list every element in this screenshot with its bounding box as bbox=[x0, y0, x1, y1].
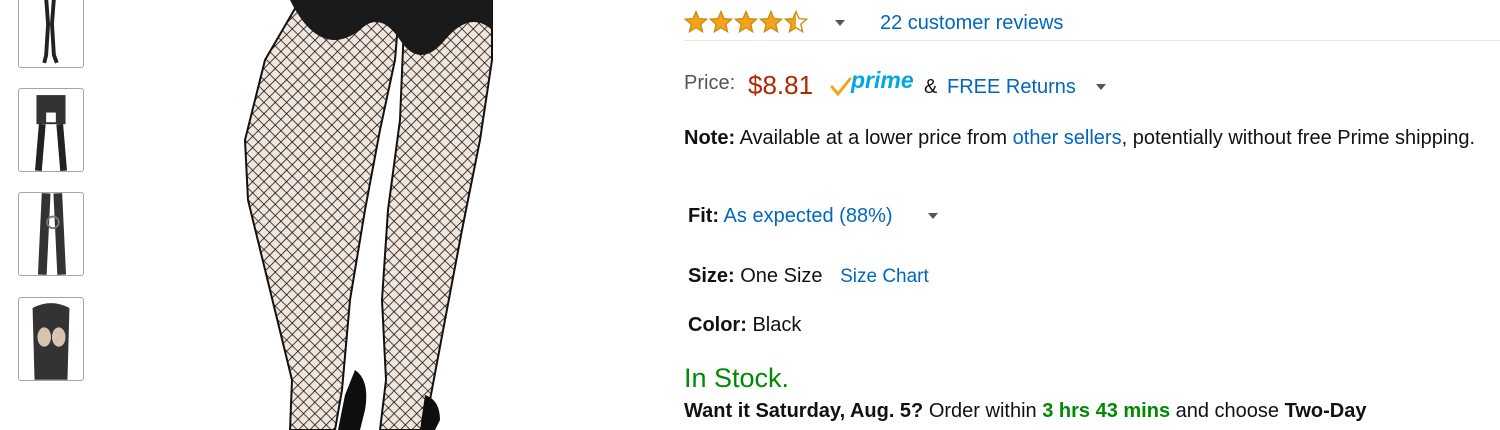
color-value: Black bbox=[752, 314, 802, 336]
size-value: One Size bbox=[740, 265, 823, 287]
fishnet-tights-legs-image-icon bbox=[243, 0, 493, 430]
star-icon bbox=[684, 10, 708, 34]
fit-row: Fit: As expected (88%) bbox=[688, 205, 938, 228]
note-text-after: , potentially without free Prime shippin… bbox=[1121, 127, 1476, 149]
legs-standing-thumbnail-icon bbox=[42, 0, 59, 64]
delivery-order-within: Order within bbox=[923, 400, 1043, 422]
size-row: Size: One Size Size Chart bbox=[688, 265, 929, 288]
rating-row: 22 customer reviews bbox=[684, 6, 1500, 41]
star-icon bbox=[784, 10, 808, 34]
free-returns-link[interactable]: FREE Returns bbox=[947, 76, 1076, 99]
delivery-and-choose: and choose bbox=[1170, 400, 1285, 422]
bodysuit-front-thumbnail-icon bbox=[35, 95, 67, 171]
prime-logo-text: prime bbox=[851, 67, 914, 93]
delivery-question: Want it Saturday, Aug. 5? bbox=[684, 400, 924, 422]
price-row: Price: $8.81 prime & FREE Returns bbox=[684, 67, 1500, 104]
price-value: $8.81 bbox=[748, 70, 814, 100]
size-label: Size: bbox=[688, 265, 735, 287]
main-product-image[interactable] bbox=[230, 0, 530, 430]
thumbnail-3[interactable] bbox=[18, 192, 84, 276]
color-label: Color: bbox=[688, 314, 747, 336]
stock-status: In Stock. bbox=[684, 363, 790, 393]
delivery-message: Want it Saturday, Aug. 5? Order within 3… bbox=[684, 400, 1366, 423]
chevron-down-icon[interactable] bbox=[835, 20, 845, 26]
star-rating[interactable] bbox=[684, 10, 808, 34]
fit-value-link[interactable]: As expected (88%) bbox=[724, 205, 893, 227]
customer-reviews-link[interactable]: 22 customer reviews bbox=[880, 12, 1063, 35]
thumbnail-4[interactable] bbox=[18, 297, 84, 381]
chevron-down-icon[interactable] bbox=[928, 213, 938, 219]
thumbnail-2[interactable] bbox=[18, 88, 84, 172]
back-view-thumbnail-icon bbox=[32, 303, 70, 380]
lower-price-note: Note: Available at a lower price from ot… bbox=[684, 122, 1500, 155]
star-icon bbox=[709, 10, 733, 34]
note-label: Note: bbox=[684, 127, 736, 149]
price-label: Price: bbox=[684, 72, 736, 94]
color-row: Color: Black bbox=[688, 314, 801, 337]
delivery-countdown: 3 hrs 43 mins bbox=[1042, 400, 1171, 422]
delivery-shipping-option: Two-Day bbox=[1284, 400, 1367, 422]
size-chart-link[interactable]: Size Chart bbox=[840, 266, 929, 287]
other-sellers-link[interactable]: other sellers bbox=[1013, 127, 1122, 149]
legs-side-thumbnail-icon bbox=[37, 193, 67, 275]
prime-check-icon bbox=[830, 77, 852, 97]
note-text-before: Available at a lower price from bbox=[735, 127, 1013, 149]
chevron-down-icon[interactable] bbox=[1096, 84, 1106, 90]
ampersand-text: & bbox=[924, 76, 938, 98]
star-icon bbox=[734, 10, 758, 34]
thumbnail-1[interactable] bbox=[18, 0, 84, 68]
star-icon bbox=[759, 10, 783, 34]
fit-label: Fit: bbox=[688, 205, 720, 227]
